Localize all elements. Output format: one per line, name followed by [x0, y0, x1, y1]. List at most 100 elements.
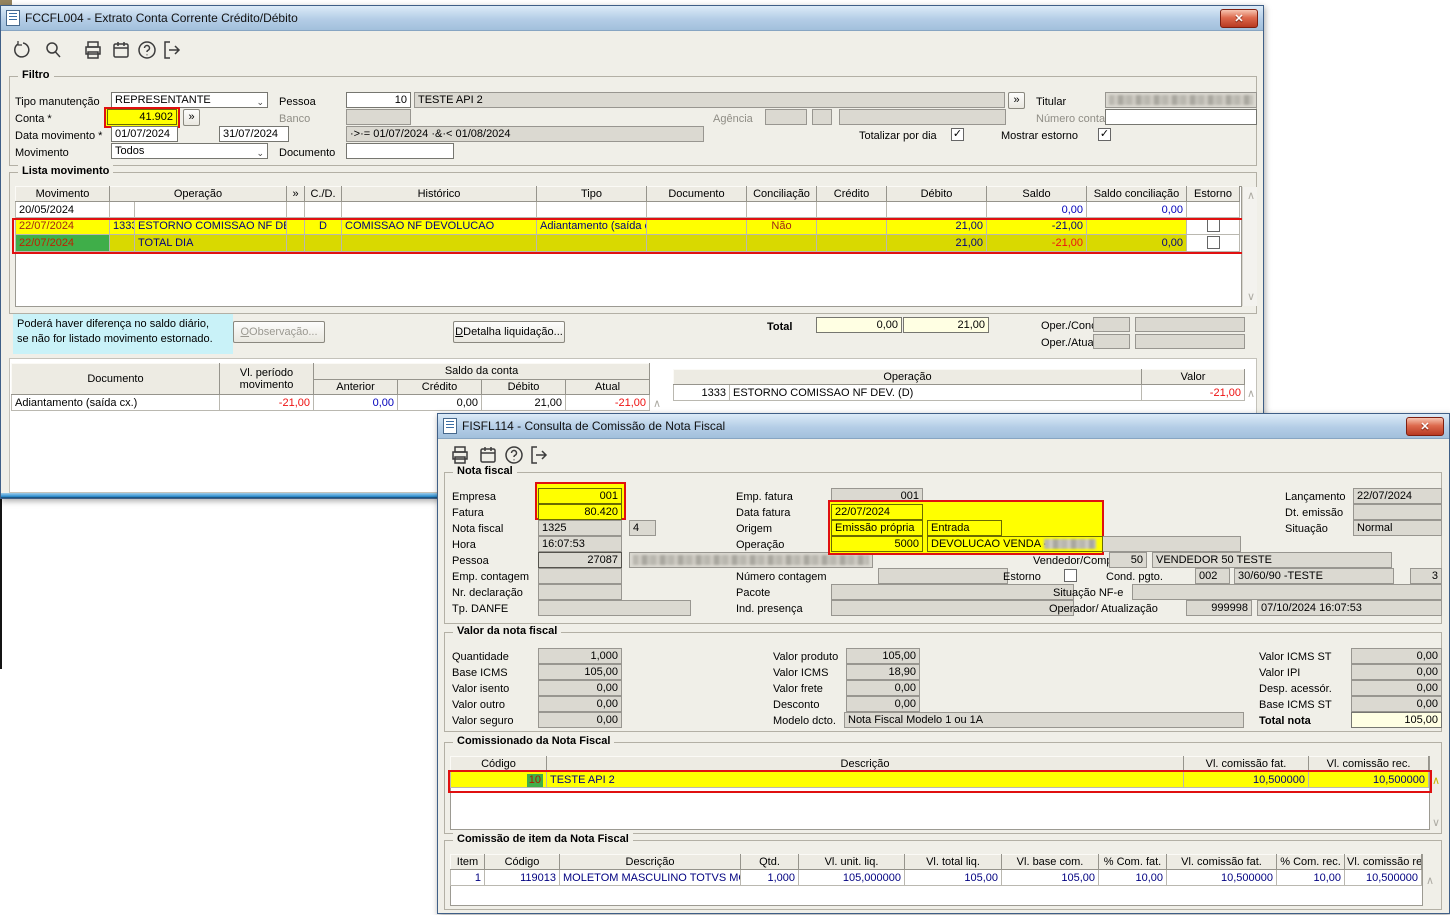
totalizar-por-dia-label: Totalizar por dia [859, 130, 937, 142]
scroll-up-icon[interactable]: ∧ [1247, 389, 1255, 400]
estorno-label: Estorno [1003, 571, 1041, 583]
scroll-up-icon[interactable]: ∧ [1247, 191, 1255, 202]
col-conciliacao[interactable]: Conciliação [746, 186, 817, 202]
window2-close-button[interactable]: ✕ [1406, 416, 1444, 436]
col-saldo-conc[interactable]: Saldo conciliação [1086, 186, 1187, 202]
tipo-manutencao-select[interactable]: REPRESENTANTE ⌄ [111, 92, 268, 108]
exit-icon[interactable] [528, 445, 548, 465]
agencia-label: Agência [713, 113, 753, 125]
col-codigo[interactable]: Código [484, 854, 560, 870]
help-icon[interactable] [137, 40, 157, 60]
col-credito[interactable]: Crédito [816, 186, 887, 202]
col-historico[interactable]: Histórico [341, 186, 537, 202]
window1-close-button[interactable]: ✕ [1220, 8, 1258, 28]
scroll-up-icon[interactable]: ∧ [653, 399, 661, 410]
data-ate-field[interactable]: 31/07/2024 [219, 126, 289, 142]
scroll-up-icon[interactable]: ∧ [1432, 776, 1440, 787]
estorno-checkbox[interactable] [1064, 569, 1077, 582]
mostrar-estorno-label: Mostrar estorno [1001, 130, 1079, 142]
lista-scrollbar[interactable]: ∧ ∨ [1242, 187, 1257, 306]
pessoa-label: Pessoa [452, 555, 489, 567]
calendar-icon[interactable] [111, 40, 131, 60]
exit-icon[interactable] [161, 40, 181, 60]
col-vl-comissao-fat[interactable]: Vl. comissão fat. [1183, 756, 1309, 772]
movimento-select[interactable]: Todos ⌄ [111, 143, 268, 159]
detalha-liquidacao-button[interactable]: DDetalha liquidação... [453, 321, 565, 343]
table-row-highlighted[interactable]: 10 TESTE API 2 10,500000 10,500000 [450, 771, 1429, 788]
table-row-highlighted[interactable]: 22/07/2024 1333 ESTORNO COMISSAO NF DEV.… [15, 217, 1240, 235]
print-icon[interactable] [83, 40, 103, 60]
col-debito[interactable]: Débito [886, 186, 987, 202]
operacao-label: Operação [736, 539, 785, 551]
col-pct-com-fat[interactable]: % Com. fat. [1098, 854, 1167, 870]
valor-seguro-label: Valor seguro [452, 715, 514, 727]
col-qtd[interactable]: Qtd. [740, 854, 799, 870]
redacted-pessoa-name [633, 555, 869, 565]
estorno-row-checkbox[interactable] [1206, 219, 1220, 232]
nr-declaracao-label: Nr. declaração [452, 587, 523, 599]
table-row[interactable]: Adiantamento (saída cx.) -21,00 0,00 0,0… [11, 394, 651, 411]
conta-field[interactable]: 41.902 [107, 109, 177, 125]
col-atual: Atual [564, 378, 651, 395]
scroll-up-icon[interactable]: ∧ [1426, 876, 1434, 887]
col-documento[interactable]: Documento [646, 186, 747, 202]
pessoa-name-field: TESTE API 2 [414, 92, 1005, 108]
col-vl-unit-liq[interactable]: Vl. unit. liq. [798, 854, 905, 870]
col-codigo[interactable]: Código [450, 756, 547, 772]
numero-conta-field[interactable] [1105, 109, 1257, 125]
estorno-row-checkbox[interactable] [1206, 236, 1220, 249]
observacao-button[interactable]: OObservação... [233, 321, 325, 343]
lancamento-field: 22/07/2024 [1353, 488, 1442, 504]
oper-atual-code-field [1093, 334, 1130, 349]
emp-contagem-label: Emp. contagem [452, 571, 530, 583]
comissionado-table[interactable]: Código Descrição Vl. comissão fat. Vl. c… [450, 756, 1429, 788]
comissao-item-legend: Comissão de item da Nota Fiscal [453, 833, 633, 845]
col-operacao[interactable]: Operação [109, 186, 287, 202]
background-window-edge [0, 497, 2, 669]
help-icon[interactable] [504, 445, 524, 465]
undo-icon[interactable] [13, 40, 33, 60]
col-item[interactable]: Item [450, 854, 485, 870]
table-row[interactable]: 1 119013 MOLETOM MASCULINO TOTVS MODA 1,… [450, 869, 1422, 886]
col-vl-comissao-rec[interactable]: Vl. comissão rec. [1344, 854, 1422, 870]
conta-expand-button[interactable]: » [183, 109, 200, 126]
table-row[interactable]: 20/05/2024 0,00 0,00 [15, 201, 1240, 218]
col-descricao[interactable]: Descrição [546, 756, 1184, 772]
col-expand-button[interactable]: » [286, 186, 305, 202]
filtro-legend: Filtro [18, 69, 54, 81]
col-pct-com-rec[interactable]: % Com. rec. [1276, 854, 1345, 870]
calendar-icon[interactable] [478, 445, 498, 465]
col-vl-comissao-fat[interactable]: Vl. comissão fat. [1166, 854, 1277, 870]
print-icon[interactable] [450, 445, 470, 465]
oper-concil-desc-field [1135, 317, 1245, 332]
scroll-down-icon[interactable]: ∨ [1247, 292, 1255, 303]
data-de-field[interactable]: 01/07/2024 [111, 126, 178, 142]
operacao-desc-field: DEVOLUCAO VENDA - [927, 536, 1103, 552]
col-tipo[interactable]: Tipo [536, 186, 647, 202]
pessoa-expand-button[interactable]: » [1008, 92, 1025, 109]
window2-titlebar[interactable]: FISFL114 - Consulta de Comissão de Nota … [438, 414, 1449, 439]
data-fatura-field: 22/07/2024 [831, 504, 923, 520]
hora-field: 16:07:53 [538, 536, 622, 552]
window1-titlebar[interactable]: FCCFL004 - Extrato Conta Corrente Crédit… [1, 6, 1263, 31]
search-icon[interactable] [43, 40, 63, 60]
table-row[interactable]: 1333 ESTORNO COMISSAO NF DEV. (D) -21,00 [673, 384, 1245, 401]
totalizar-por-dia-checkbox[interactable] [951, 128, 964, 141]
saldo-diario-note: Poderá haver diferença no saldo diário, s… [13, 314, 233, 354]
comissao-item-table[interactable]: Item Código Descrição Qtd. Vl. unit. liq… [450, 854, 1422, 886]
lista-movimento-table[interactable]: Movimento Operação » C./D. Histórico Tip… [15, 186, 1240, 252]
col-vl-total-liq[interactable]: Vl. total liq. [904, 854, 1002, 870]
pessoa-code-field[interactable]: 10 [346, 92, 411, 108]
col-vl-base-com[interactable]: Vl. base com. [1001, 854, 1099, 870]
col-movimento[interactable]: Movimento [15, 186, 110, 202]
col-vl-comissao-rec[interactable]: Vl. comissão rec. [1308, 756, 1429, 772]
col-cd[interactable]: C./D. [304, 186, 342, 202]
scroll-down-icon[interactable]: ∨ [1432, 818, 1440, 829]
mostrar-estorno-checkbox[interactable] [1098, 128, 1111, 141]
col-estorno[interactable]: Estorno [1186, 186, 1240, 202]
col-descricao[interactable]: Descrição [559, 854, 741, 870]
col-saldo[interactable]: Saldo [986, 186, 1087, 202]
fatura-field: 80.420 [538, 504, 622, 520]
table-row-total-dia[interactable]: 22/07/2024 TOTAL DIA 21,00 -21,00 0,00 [15, 234, 1240, 252]
documento-field[interactable] [346, 143, 454, 159]
